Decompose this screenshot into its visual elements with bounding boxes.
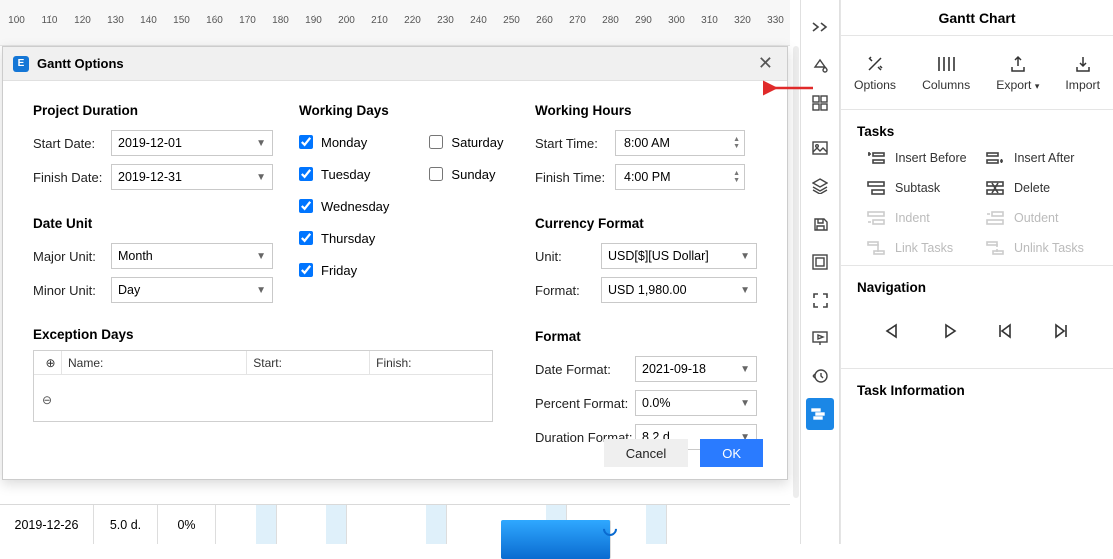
start-time-input[interactable]: 8:00 AM ▲▼: [615, 130, 745, 156]
currency-format-select[interactable]: USD 1,980.00▼: [601, 277, 757, 303]
exception-add-icon[interactable]: ⊕: [34, 351, 62, 374]
percent-format-select[interactable]: 0.0%▼: [635, 390, 757, 416]
content-scrollbar[interactable]: [793, 46, 799, 498]
tab-options[interactable]: Options: [854, 54, 896, 92]
navigation-section-title: Navigation: [857, 280, 1097, 295]
nav-last-icon[interactable]: [1045, 317, 1077, 348]
task-unlink: Unlink Tasks: [986, 241, 1097, 255]
day-friday[interactable]: Friday: [299, 254, 389, 286]
task-link: Link Tasks: [867, 241, 978, 255]
task-subtask[interactable]: Subtask: [867, 181, 978, 195]
fullscreen-icon[interactable]: [806, 284, 834, 316]
minor-unit-select[interactable]: Day▼: [111, 277, 273, 303]
task-insert-after[interactable]: Insert After: [986, 151, 1097, 165]
day-wednesday[interactable]: Wednesday: [299, 190, 389, 222]
finish-time-label: Finish Time:: [535, 170, 615, 185]
working-hours-title: Working Hours: [535, 103, 757, 118]
day-monday[interactable]: Monday: [299, 126, 389, 158]
finish-date-picker[interactable]: 2019-12-31▼: [111, 164, 273, 190]
major-unit-label: Major Unit:: [33, 249, 111, 264]
currency-unit-label: Unit:: [535, 249, 601, 264]
date-format-select[interactable]: 2021-09-18▼: [635, 356, 757, 382]
currency-format-label: Format:: [535, 283, 601, 298]
date-format-label: Date Format:: [535, 362, 635, 377]
layers-icon[interactable]: [806, 170, 834, 202]
gantt-cell-percent: 0%: [158, 505, 216, 544]
ruler-area: 1001101201301401501601701801902002102202…: [0, 0, 790, 46]
tab-columns[interactable]: Columns: [922, 54, 970, 92]
expand-icon[interactable]: [806, 11, 834, 43]
finish-time-input[interactable]: 4:00 PM ▲▼: [615, 164, 745, 190]
dialog-title: Gantt Options: [37, 56, 124, 71]
side-panel: Gantt Chart Options Columns Export ▾ Imp…: [840, 0, 1113, 544]
gantt-row: 2019-12-26 5.0 d. 0%: [0, 504, 790, 544]
history-icon[interactable]: [806, 360, 834, 392]
exception-remove-icon[interactable]: ⊖: [42, 393, 52, 407]
gantt-cell-duration: 5.0 d.: [94, 505, 158, 544]
tasks-section-title: Tasks: [857, 124, 1097, 139]
component-icon[interactable]: [806, 246, 834, 278]
vertical-toolbar: [800, 0, 840, 544]
gantt-icon[interactable]: [806, 398, 834, 430]
exception-table[interactable]: ⊕ Name: Start: Finish: ⊖: [33, 350, 493, 422]
cancel-button[interactable]: Cancel: [604, 439, 688, 467]
close-icon[interactable]: ✕: [754, 53, 777, 74]
gantt-bar[interactable]: [501, 520, 611, 559]
tab-export[interactable]: Export ▾: [996, 54, 1039, 92]
date-unit-title: Date Unit: [33, 216, 273, 231]
major-unit-select[interactable]: Month▼: [111, 243, 273, 269]
ruler: 1001101201301401501601701801902002102202…: [0, 15, 790, 45]
nav-first-icon[interactable]: [989, 317, 1021, 348]
task-outdent: Outdent: [986, 211, 1097, 225]
day-sunday[interactable]: Sunday: [429, 158, 503, 190]
grid-icon[interactable]: [806, 87, 834, 119]
present-icon[interactable]: [806, 322, 834, 354]
nav-prev-icon[interactable]: [877, 317, 909, 348]
working-days-title: Working Days: [299, 103, 509, 118]
day-tuesday[interactable]: Tuesday: [299, 158, 389, 190]
start-date-picker[interactable]: 2019-12-01▼: [111, 130, 273, 156]
app-icon: E: [13, 56, 29, 72]
side-panel-title: Gantt Chart: [841, 0, 1113, 36]
tab-import[interactable]: Import: [1065, 54, 1100, 92]
gantt-options-dialog: E Gantt Options ✕ Project Duration Start…: [2, 46, 788, 480]
project-duration-title: Project Duration: [33, 103, 273, 118]
minor-unit-label: Minor Unit:: [33, 283, 111, 298]
exception-col-name: Name:: [62, 351, 247, 374]
currency-format-title: Currency Format: [535, 216, 757, 231]
task-insert-before[interactable]: Insert Before: [867, 151, 978, 165]
task-info-section-title: Task Information: [857, 383, 1097, 398]
image-icon[interactable]: [806, 132, 834, 164]
dialog-header: E Gantt Options ✕: [3, 47, 787, 81]
save-icon[interactable]: [806, 208, 834, 240]
paint-icon[interactable]: [806, 49, 834, 81]
task-indent: Indent: [867, 211, 978, 225]
currency-unit-select[interactable]: USD[$][US Dollar]▼: [601, 243, 757, 269]
format-title: Format: [535, 329, 757, 344]
nav-next-icon[interactable]: [933, 317, 965, 348]
task-delete[interactable]: Delete: [986, 181, 1097, 195]
start-date-label: Start Date:: [33, 136, 111, 151]
day-thursday[interactable]: Thursday: [299, 222, 389, 254]
day-saturday[interactable]: Saturday: [429, 126, 503, 158]
exception-col-start: Start:: [247, 351, 370, 374]
ok-button[interactable]: OK: [700, 439, 763, 467]
exception-col-finish: Finish:: [370, 351, 492, 374]
gantt-cell-date: 2019-12-26: [0, 505, 94, 544]
finish-date-label: Finish Date:: [33, 170, 111, 185]
start-time-label: Start Time:: [535, 136, 615, 151]
percent-format-label: Percent Format:: [535, 396, 635, 411]
